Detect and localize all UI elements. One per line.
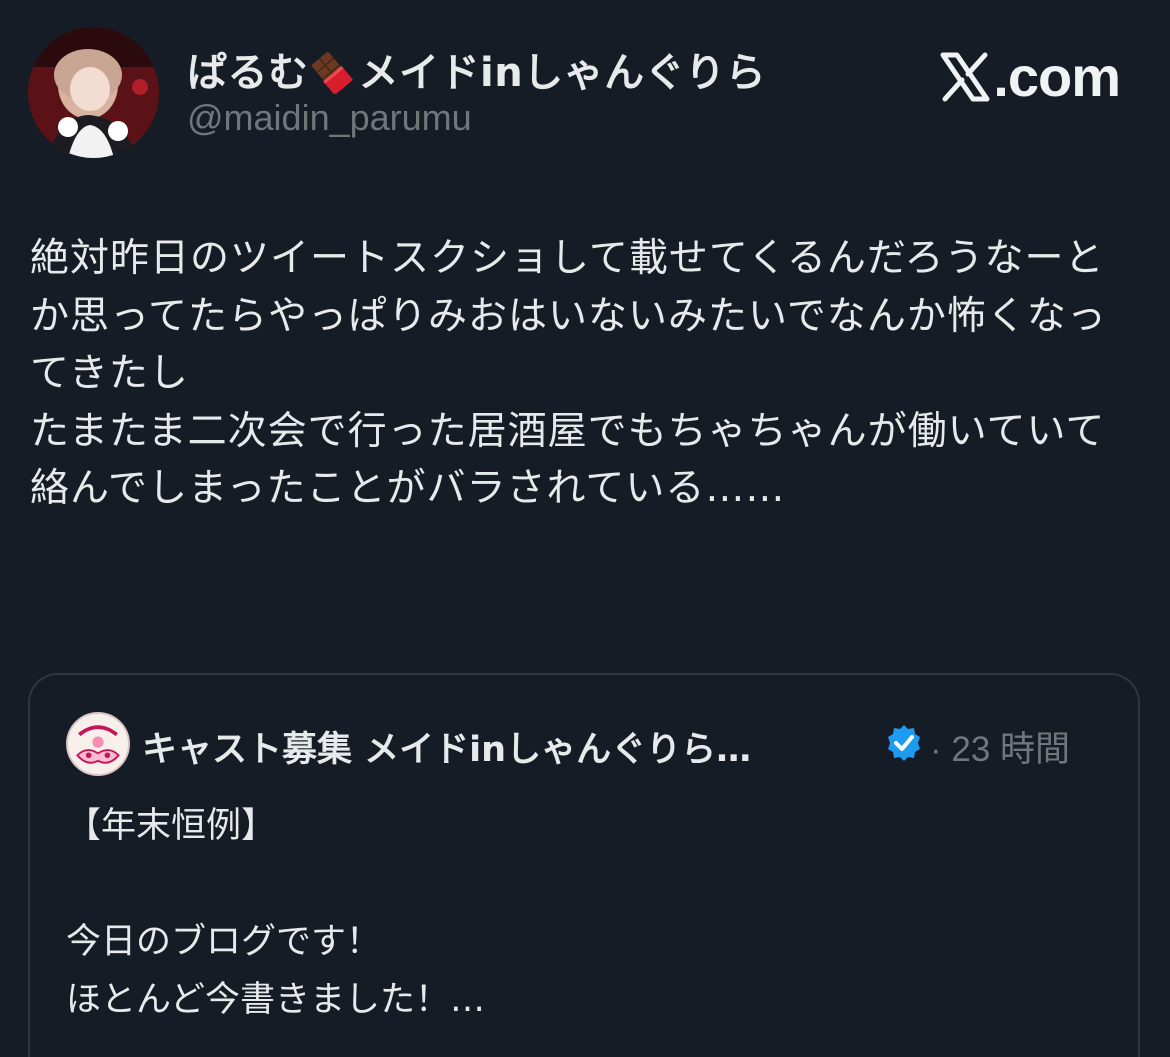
quoted-timestamp[interactable]: · 23 時間 — [930, 721, 1070, 772]
quoted-tweet-text: 【年末恒例】 今日のブログです！ ほとんど今書きました！… — [66, 806, 485, 1020]
author-avatar[interactable] — [28, 27, 159, 158]
avatar-image — [28, 27, 159, 158]
tweet-text: 絶対昨日のツイートスクショして載せてくるんだろうなーとか思ってたらやっぱりみおは… — [30, 236, 1107, 511]
author-name[interactable]: ぱるむ メイドinしゃんぐりら — [187, 40, 766, 98]
author-name-part1: ぱるむ — [187, 50, 309, 96]
x-logo-icon — [940, 52, 990, 101]
x-com-brand[interactable]: .com — [939, 44, 1121, 109]
brand-text: .com — [993, 45, 1121, 108]
quoted-author-name[interactable]: キャスト募集 メイドinしゃんぐりら… — [142, 721, 751, 772]
verified-badge-icon — [888, 725, 920, 761]
author-name-part2: メイドinしゃんぐりら — [358, 50, 767, 96]
chocolate-bar-icon — [311, 52, 353, 94]
quoted-author-avatar[interactable] — [66, 712, 130, 776]
shop-logo-image — [68, 714, 128, 774]
author-handle[interactable]: @maidin_parumu — [187, 97, 472, 139]
quoted-tweet-card[interactable]: キャスト募集 メイドinしゃんぐりら… · 23 時間 【年末恒例】 今日のブロ… — [28, 673, 1140, 1057]
